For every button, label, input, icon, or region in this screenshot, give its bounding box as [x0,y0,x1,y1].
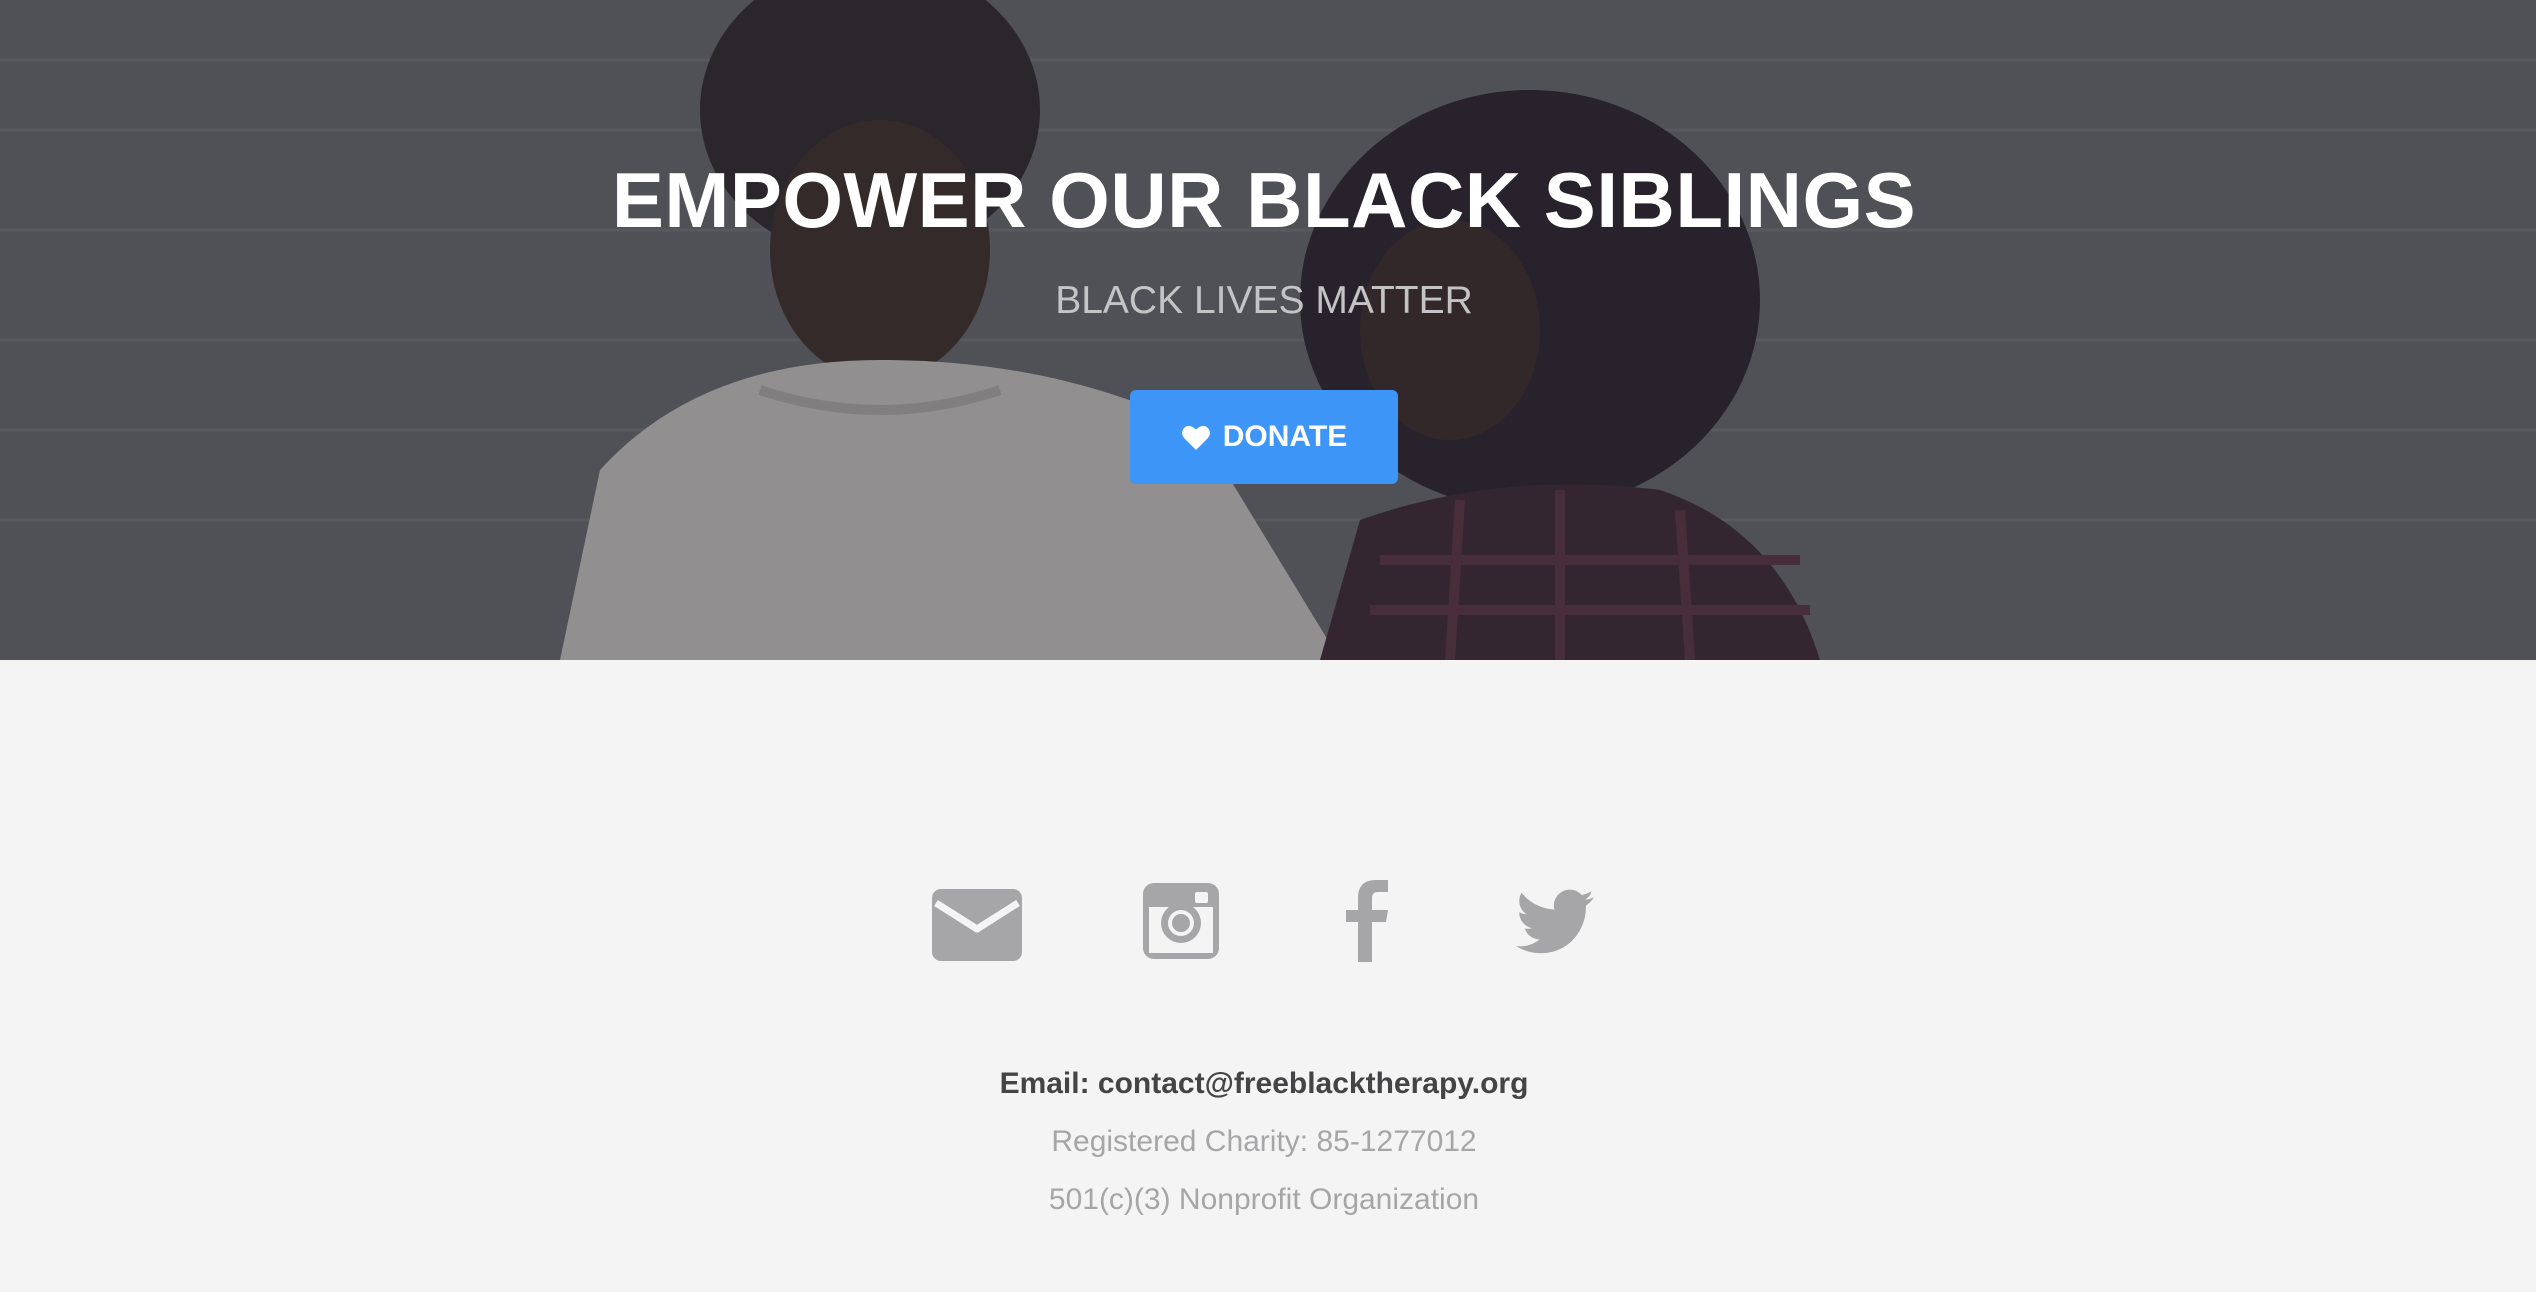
twitter-icon [1516,889,1594,954]
nonprofit-status: 501(c)(3) Nonprofit Organization [1048,1183,1480,1216]
instagram-link[interactable] [1143,883,1219,969]
envelope-icon [932,889,1022,961]
registered-charity: Registered Charity: 85-1277012 [1051,1125,1477,1158]
donate-button[interactable]: DONATE [1130,390,1398,484]
hero-title: EMPOWER OUR BLACK SIBLINGS [611,156,1917,244]
facebook-link[interactable] [1344,878,1390,964]
twitter-link[interactable] [1516,888,1594,974]
email-link[interactable] [932,889,1022,975]
hero-subtitle: BLACK LIVES MATTER [1055,279,1473,322]
heart-icon [1181,425,1210,450]
hero-overlay [0,0,2536,660]
instagram-icon [1143,883,1219,959]
facebook-icon [1346,880,1388,962]
hero-banner: EMPOWER OUR BLACK SIBLINGS BLACK LIVES M… [0,0,2536,660]
donate-label: DONATE [1222,420,1348,453]
contact-email[interactable]: Email: contact@freeblacktherapy.org [0,1064,2528,1104]
